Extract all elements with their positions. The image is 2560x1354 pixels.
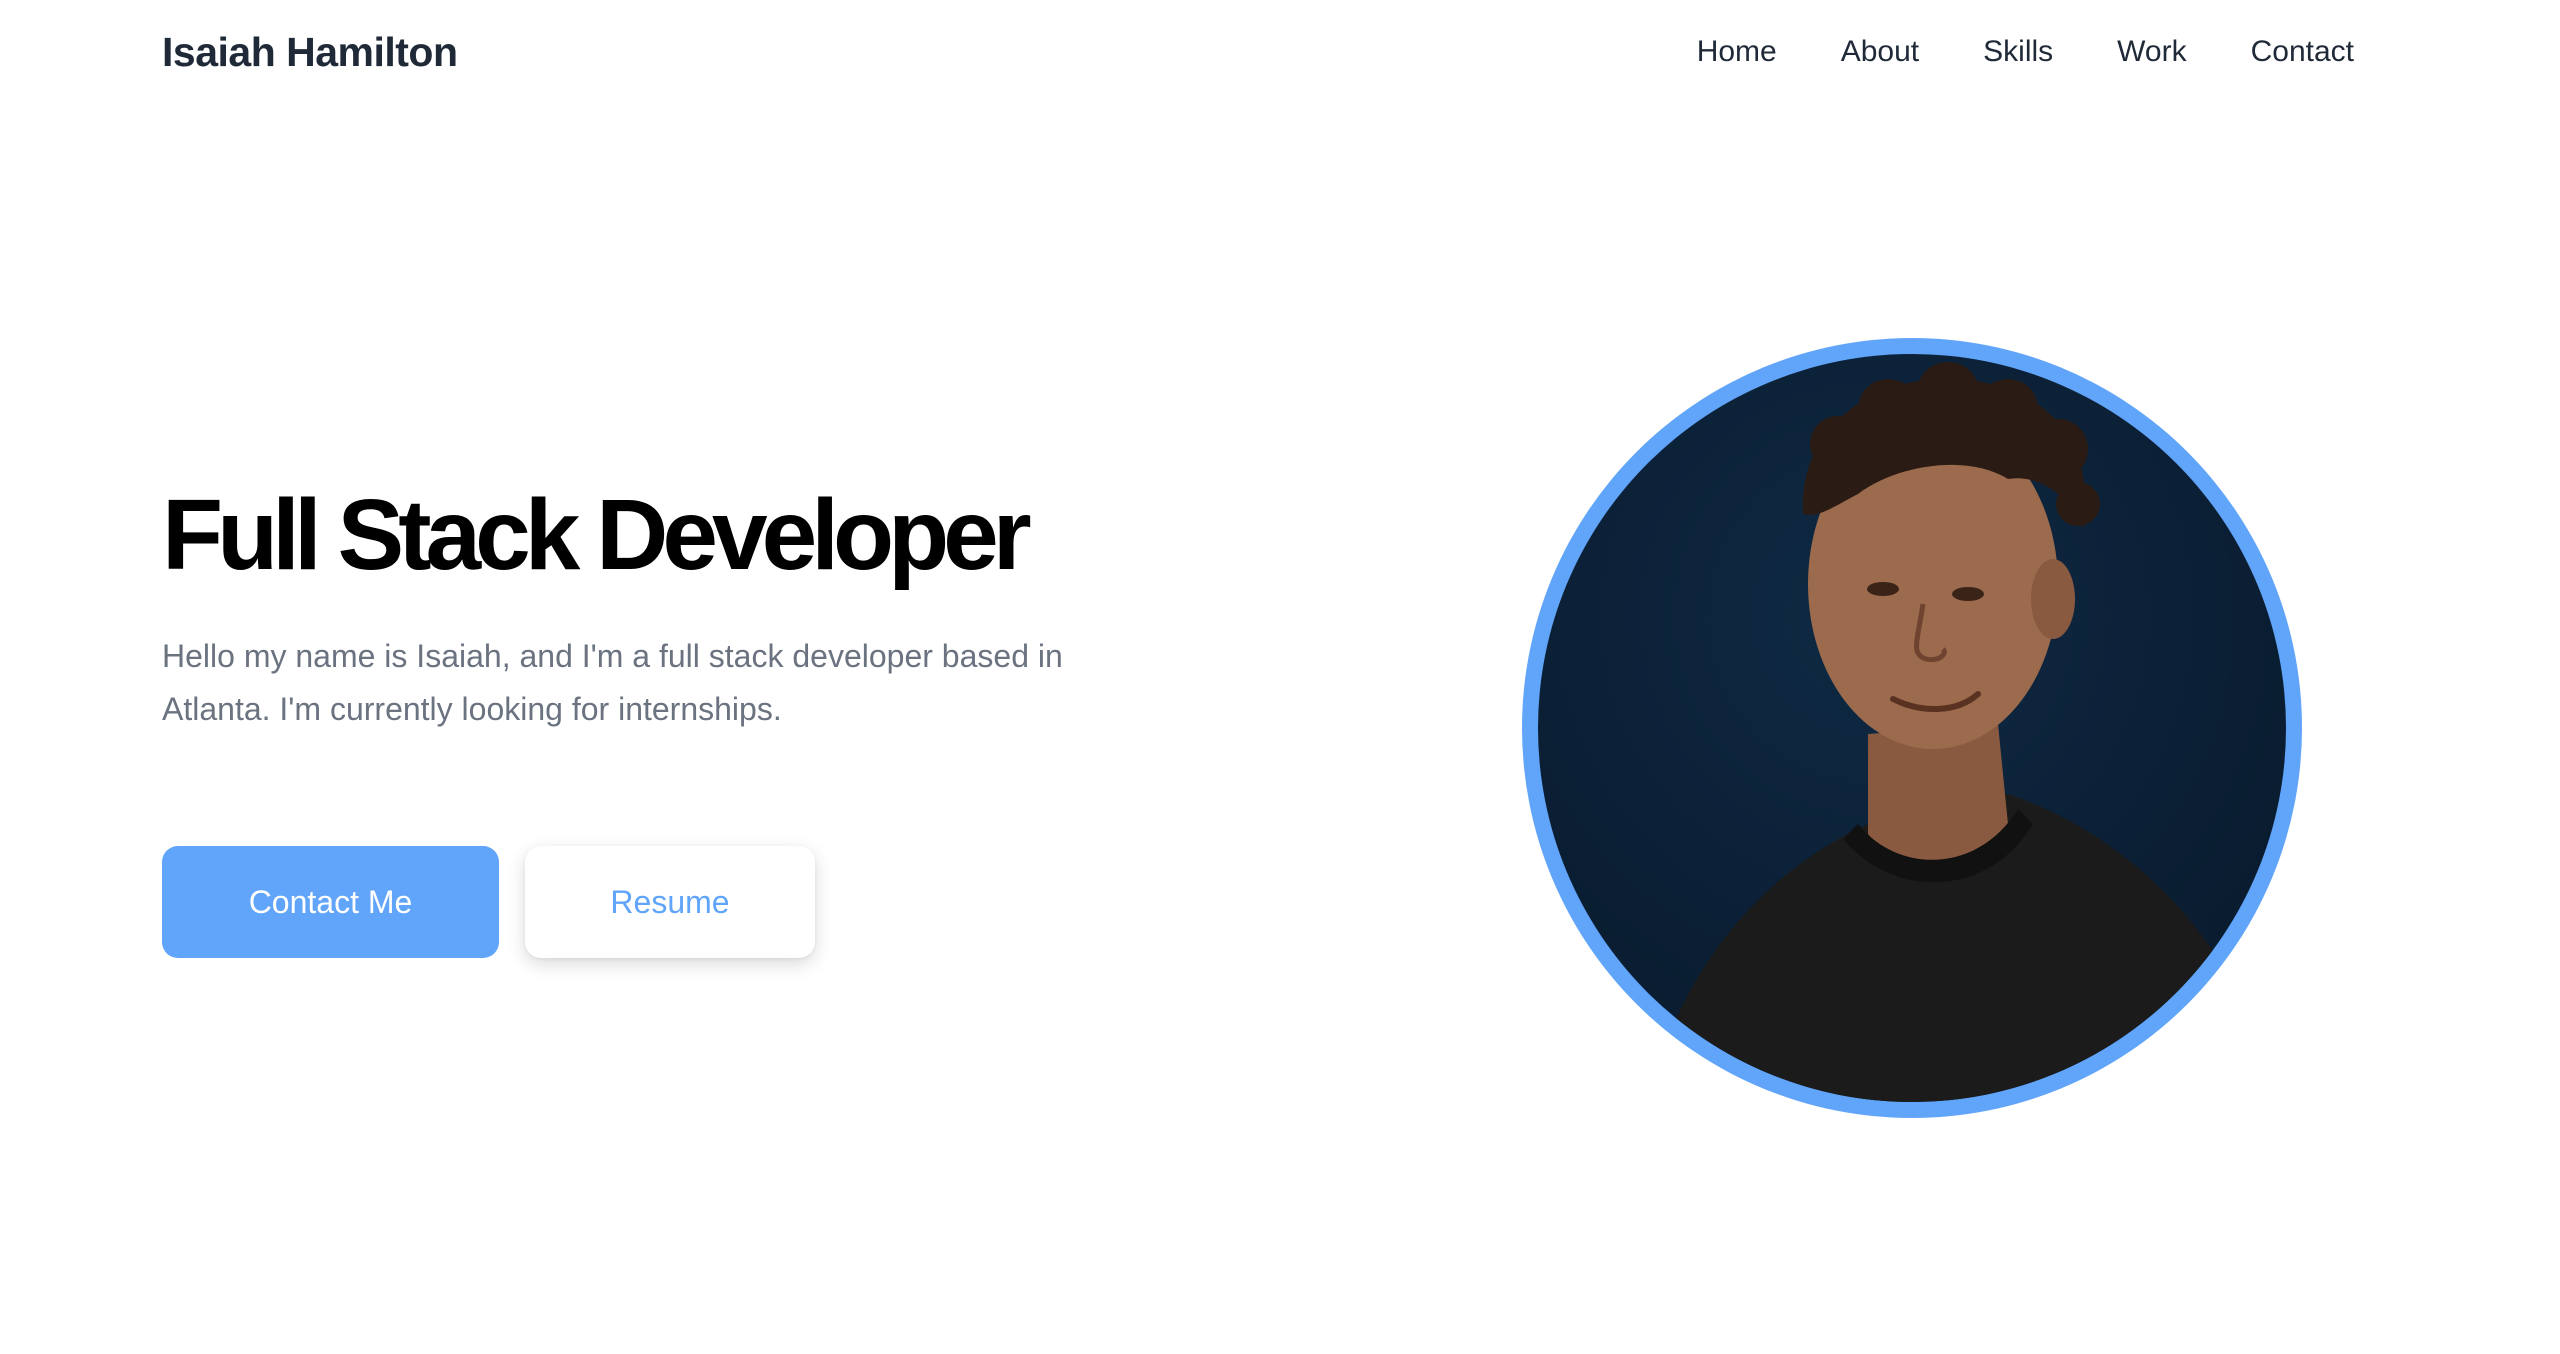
nav-item-contact[interactable]: Contact bbox=[2251, 32, 2354, 72]
nav-item-about[interactable]: About bbox=[1841, 32, 1919, 72]
site-brand[interactable]: Isaiah Hamilton bbox=[162, 28, 458, 76]
nav-item-work[interactable]: Work bbox=[2117, 32, 2186, 72]
site-header: Isaiah Hamilton Home About Skills Work C… bbox=[0, 0, 2560, 104]
page: Isaiah Hamilton Home About Skills Work C… bbox=[0, 0, 2560, 1354]
hero-title: Full Stack Developer bbox=[162, 479, 1032, 591]
main-nav: Home About Skills Work Contact bbox=[1697, 32, 2354, 72]
profile-photo-frame bbox=[1522, 338, 2302, 1118]
portrait-illustration bbox=[1648, 362, 2286, 1102]
contact-me-button[interactable]: Contact Me bbox=[162, 846, 499, 958]
hero-buttons: Contact Me Resume bbox=[162, 846, 815, 958]
nav-item-skills[interactable]: Skills bbox=[1983, 32, 2053, 72]
nav-item-home[interactable]: Home bbox=[1697, 32, 1777, 72]
hero-description: Hello my name is Isaiah, and I'm a full … bbox=[162, 638, 1063, 727]
profile-photo bbox=[1538, 354, 2286, 1102]
resume-button[interactable]: Resume bbox=[525, 846, 815, 958]
hero-section: Full Stack Developer Hello my name is Is… bbox=[162, 480, 1162, 768]
